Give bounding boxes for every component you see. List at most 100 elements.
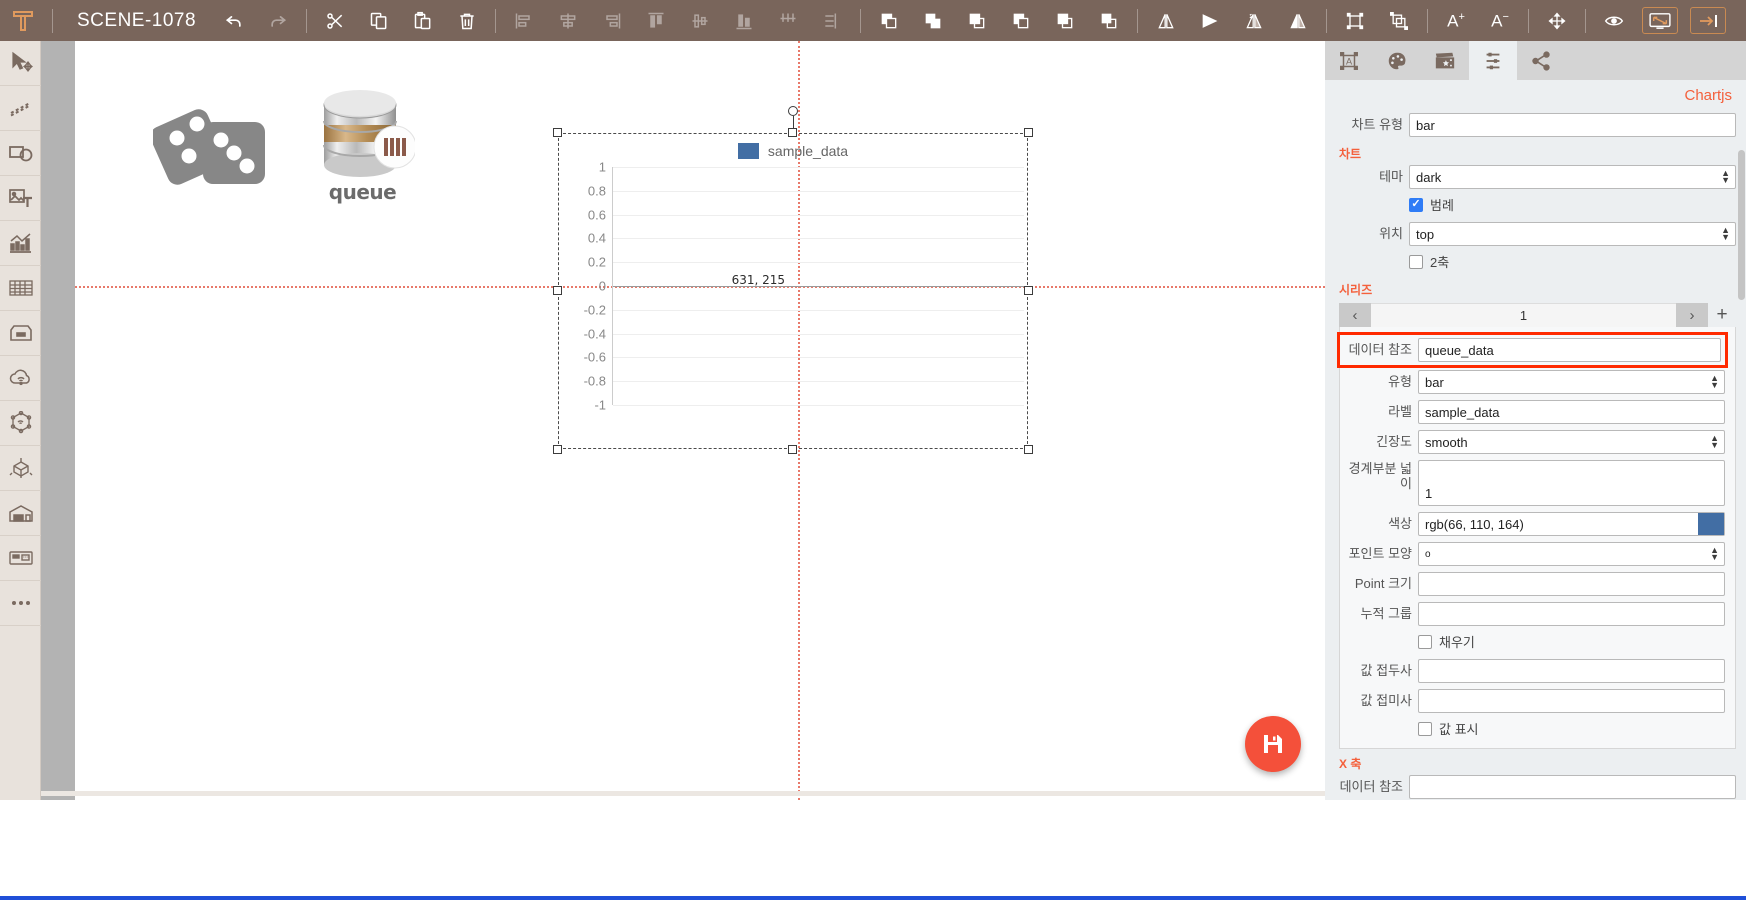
series-add-button[interactable]: + [1708, 303, 1736, 327]
canvas-viewport[interactable]: queue sample_data 1 0.8 0.6 0.4 0.2 0 -0… [41, 41, 1325, 800]
position-select[interactable]: top [1409, 222, 1736, 246]
sidebar-item-network[interactable] [0, 401, 41, 446]
sidebar-item-chart[interactable] [0, 221, 41, 266]
sidebar-item-3d[interactable] [0, 446, 41, 491]
align-bottom-button[interactable] [722, 0, 766, 41]
value-prefix-input[interactable] [1418, 659, 1725, 683]
send-to-back-button[interactable] [999, 0, 1043, 41]
resize-handle-s[interactable] [788, 445, 797, 454]
sidebar-item-more[interactable] [0, 581, 41, 626]
color-input[interactable] [1418, 512, 1725, 536]
series-type-select[interactable]: bar [1418, 370, 1725, 394]
send-backward-button[interactable] [955, 0, 999, 41]
move-button[interactable] [1535, 0, 1579, 41]
resize-handle-sw[interactable] [553, 445, 562, 454]
series-data-ref-input[interactable] [1418, 338, 1721, 362]
delete-button[interactable] [445, 0, 489, 41]
font-decrease-button[interactable]: A− [1478, 0, 1522, 41]
series-prev-button[interactable]: ‹ [1339, 303, 1371, 327]
point-style-select[interactable]: o [1418, 542, 1725, 566]
send-back-icon [1013, 13, 1029, 28]
panel-scrollbar[interactable] [1738, 150, 1745, 300]
fill-checkbox[interactable] [1418, 634, 1432, 649]
resize-handle-se[interactable] [1024, 445, 1033, 454]
canvas-page[interactable]: queue sample_data 1 0.8 0.6 0.4 0.2 0 -0… [75, 41, 1325, 800]
align-bottom-icon [736, 13, 752, 29]
resize-handle-w[interactable] [553, 286, 562, 295]
copy-button[interactable] [357, 0, 401, 41]
bring-forward-button[interactable] [911, 0, 955, 41]
collapse-panel-button[interactable] [1690, 7, 1727, 34]
fullscreen-button[interactable] [1642, 7, 1679, 34]
tab-properties[interactable] [1469, 41, 1517, 80]
redo-button[interactable] [256, 0, 300, 41]
dice-shape[interactable] [150, 98, 271, 193]
series-next-button[interactable]: › [1676, 303, 1708, 327]
resize-handle-nw[interactable] [553, 128, 562, 137]
series-label-label: 라벨 [1388, 403, 1412, 419]
tension-select[interactable]: smooth [1418, 430, 1725, 454]
align-right-button[interactable] [590, 0, 634, 41]
fill-label: 채우기 [1439, 635, 1475, 650]
group-button[interactable] [1043, 0, 1087, 41]
value-prefix-label: 값 접두사 [1360, 662, 1412, 678]
resize-handle-e[interactable] [1024, 286, 1033, 295]
font-increase-button[interactable]: A+ [1434, 0, 1478, 41]
legend-checkbox[interactable] [1409, 197, 1423, 212]
show-value-checkbox[interactable] [1418, 721, 1432, 736]
cut-button[interactable] [313, 0, 357, 41]
align-top-button[interactable] [634, 0, 678, 41]
tab-share[interactable] [1517, 41, 1565, 80]
sidebar-item-warehouse[interactable] [0, 491, 41, 536]
series-label-input[interactable] [1418, 400, 1725, 424]
preview-button[interactable] [1592, 0, 1636, 41]
tab-style[interactable] [1373, 41, 1421, 80]
distribute-horizontal-button[interactable] [766, 0, 810, 41]
distribute-vertical-button[interactable] [810, 0, 854, 41]
scissors-icon [327, 12, 343, 29]
ungroup-button[interactable] [1087, 0, 1131, 41]
image-text-icon [8, 189, 32, 207]
mirror-left-button[interactable] [1276, 0, 1320, 41]
sidebar-item-shapes[interactable] [0, 131, 41, 176]
dashed-line-icon [10, 102, 30, 117]
flip-horizontal-button[interactable] [1144, 0, 1188, 41]
sidebar-item-cloud[interactable] [0, 356, 41, 401]
align-middle-button[interactable] [678, 0, 722, 41]
save-fab[interactable] [1245, 716, 1301, 772]
sidebar-item-table[interactable] [0, 266, 41, 311]
border-width-input[interactable] [1418, 460, 1725, 506]
rotate-handle[interactable] [788, 106, 798, 116]
app-logo[interactable] [0, 0, 46, 41]
tab-transform[interactable]: A [1325, 41, 1373, 80]
xaxis-data-ref-input[interactable] [1409, 775, 1736, 799]
sidebar-item-line[interactable] [0, 86, 41, 131]
tab-animation[interactable] [1421, 41, 1469, 80]
select-group-button[interactable] [1333, 0, 1377, 41]
resize-handle-n[interactable] [788, 128, 797, 137]
point-size-input[interactable] [1418, 572, 1725, 596]
theme-select[interactable]: dark [1409, 165, 1736, 189]
sidebar-item-container[interactable] [0, 311, 41, 356]
sidebar-item-image-text[interactable] [0, 176, 41, 221]
paste-button[interactable] [401, 0, 445, 41]
resize-handle-ne[interactable] [1024, 128, 1033, 137]
value-suffix-input[interactable] [1418, 689, 1725, 713]
select-group-icon [1346, 12, 1364, 29]
multi-select-button[interactable] [1377, 0, 1421, 41]
stack-group-input[interactable] [1418, 602, 1725, 626]
chart-object[interactable]: sample_data 1 0.8 0.6 0.4 0.2 0 -0.2 -0.… [553, 106, 1033, 454]
align-center-horizontal-button[interactable] [546, 0, 590, 41]
mirror-right-button[interactable] [1232, 0, 1276, 41]
sidebar-item-device[interactable] [0, 536, 41, 581]
second-axis-checkbox[interactable] [1409, 254, 1423, 269]
sidebar-item-select[interactable] [0, 41, 41, 86]
align-left-button[interactable] [502, 0, 546, 41]
flip-shape-button[interactable] [1188, 0, 1232, 41]
color-swatch[interactable] [1698, 513, 1724, 535]
queue-shape[interactable]: queue [310, 89, 417, 204]
chart-type-input[interactable] [1409, 113, 1736, 137]
chart-type-label: 차트 유형 [1351, 116, 1403, 132]
bring-to-front-button[interactable] [867, 0, 911, 41]
undo-button[interactable] [212, 0, 256, 41]
